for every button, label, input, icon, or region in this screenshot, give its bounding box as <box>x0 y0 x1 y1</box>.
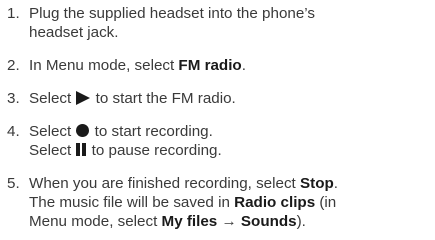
button-label-stop: Stop <box>300 175 334 192</box>
step-number: 3. <box>7 90 20 107</box>
step-text-segment: When you are finished recording, select <box>29 175 300 192</box>
step-text: In Menu mode, select FM radio. <box>29 56 432 75</box>
step-text: Select to start recording. Select to pau… <box>29 122 432 160</box>
step-text-segment: → <box>217 213 241 230</box>
step-text: Select to start the FM radio. <box>29 89 432 108</box>
instruction-list: 1. Plug the supplied headset into the ph… <box>0 0 435 240</box>
step-text-segment: . <box>333 175 338 192</box>
step-text-segment: Select <box>29 123 76 140</box>
step-text-segment: . <box>241 57 246 74</box>
step-text: When you are finished recording, select … <box>29 174 432 231</box>
step-number: 5. <box>7 175 20 192</box>
step-text-segment: Select <box>29 90 76 107</box>
step-text: Plug the supplied headset into the phone… <box>29 4 432 42</box>
folder-name-radio-clips: Radio clips <box>234 194 316 211</box>
step-number: 4. <box>7 123 20 140</box>
step-text-segment: Menu mode, select <box>29 213 162 230</box>
step-text-segment: Select <box>29 142 76 159</box>
step-line: headset jack. <box>29 24 119 41</box>
step-number: 1. <box>7 5 20 22</box>
pause-icon <box>76 143 87 156</box>
step-text-segment: In Menu mode, select <box>29 57 179 74</box>
menu-item-sounds: Sounds <box>240 213 297 230</box>
menu-item-fm-radio: FM radio <box>178 57 242 74</box>
step-text-segment: (in <box>315 194 337 211</box>
step-text-segment: to start recording. <box>90 123 213 140</box>
record-icon <box>76 124 90 137</box>
step-text-segment: to pause recording. <box>87 142 222 159</box>
step-text-segment: ). <box>296 213 306 230</box>
menu-item-my-files: My files <box>161 213 218 230</box>
play-icon <box>76 91 91 105</box>
step-line: Plug the supplied headset into the phone… <box>29 5 315 22</box>
step-number: 2. <box>7 57 20 74</box>
step-text-segment: The music file will be saved in <box>29 194 235 211</box>
step-text-segment: to start the FM radio. <box>91 90 236 107</box>
